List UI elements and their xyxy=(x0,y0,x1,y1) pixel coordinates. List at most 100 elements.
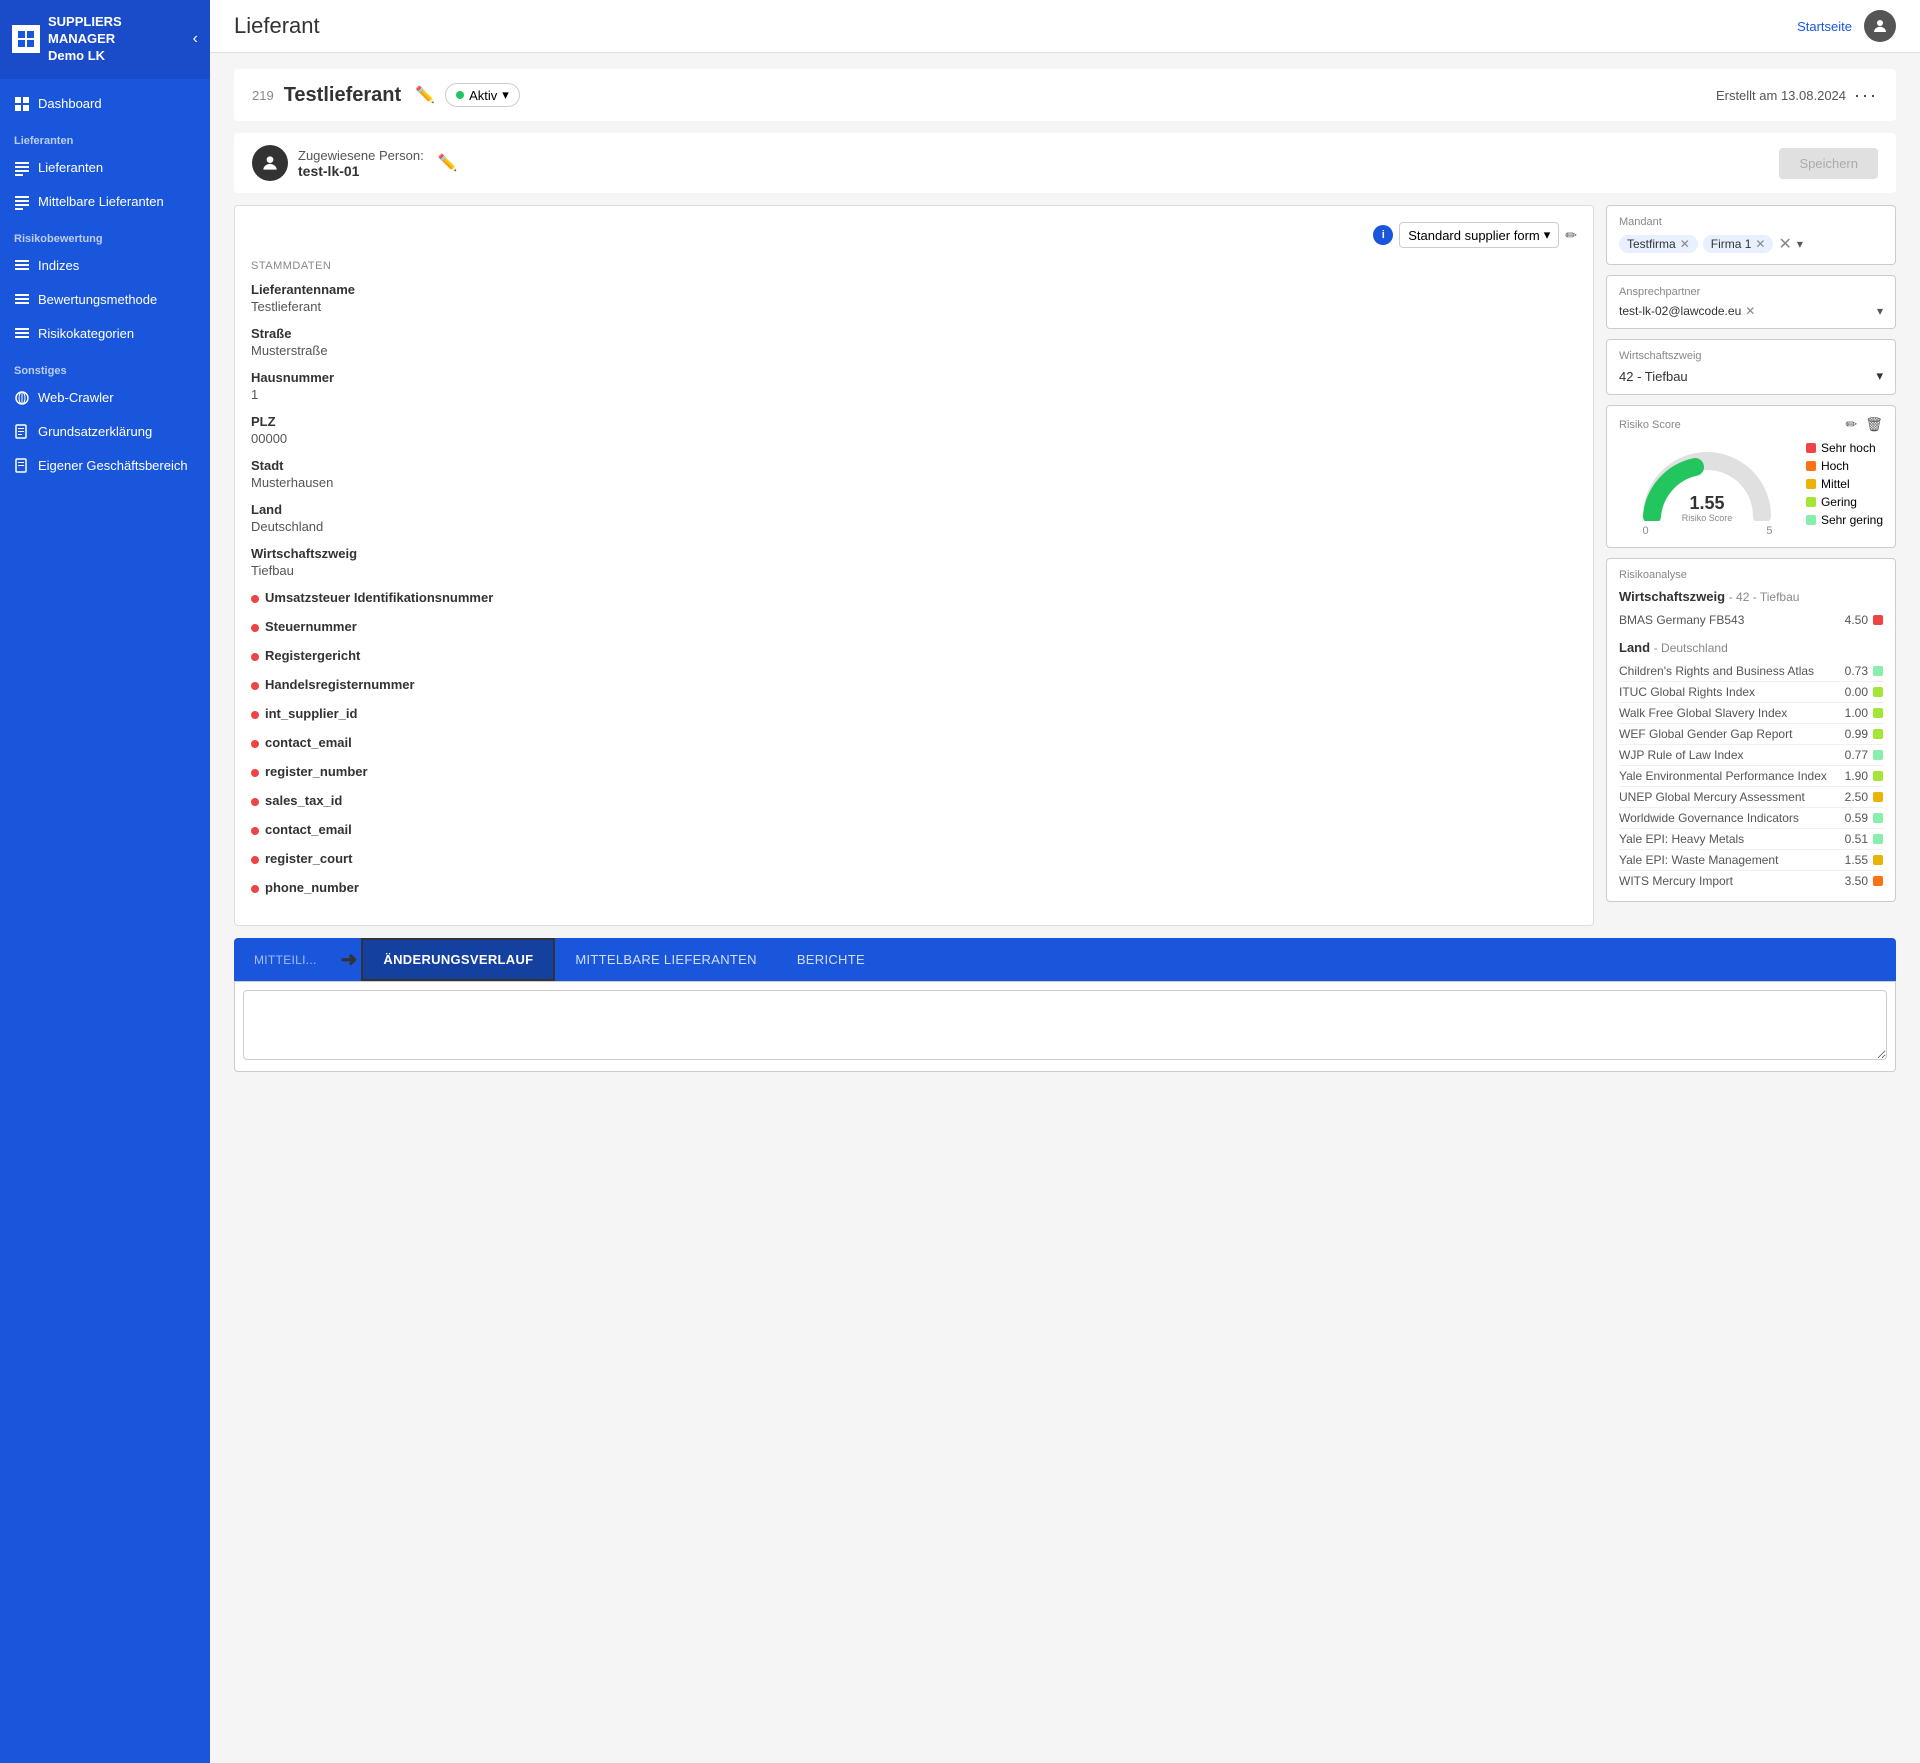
tab-arrow-indicator: ➜ xyxy=(337,947,362,972)
mandant-tag-testfirma: Testfirma ✕ xyxy=(1619,235,1698,253)
sidebar-section-lieferanten: Lieferanten xyxy=(0,121,210,151)
sidebar-item-bewertungsmethode[interactable]: Bewertungsmethode xyxy=(0,283,210,317)
land-row: Walk Free Global Slavery Index 1.00 xyxy=(1619,703,1883,724)
sidebar-item-eigener-geschaeftsbereich[interactable]: Eigener Geschäftsbereich xyxy=(0,449,210,483)
tab-mittelbare-lieferanten[interactable]: MITTELBARE LIEFERANTEN xyxy=(555,940,776,979)
gauge-min: 0 xyxy=(1642,525,1648,537)
supplier-header: 219 Testlieferant ✏️ Aktiv ▾ Erstellt am… xyxy=(234,69,1896,121)
sidebar-item-mittelbare-lieferanten[interactable]: Mittelbare Lieferanten xyxy=(0,185,210,219)
legend-dot xyxy=(1806,443,1816,453)
land-row: UNEP Global Mercury Assessment 2.50 xyxy=(1619,787,1883,808)
legend-dot xyxy=(1806,497,1816,507)
sidebar-item-grundsatzerklaerung[interactable]: Grundsatzerklärung xyxy=(0,415,210,449)
land-row: Worldwide Governance Indicators 0.59 xyxy=(1619,808,1883,829)
risiko-legend: Sehr hoch Hoch Mittel Gering Sehr gering xyxy=(1806,441,1883,527)
form-type-select[interactable]: Standard supplier form ▾ xyxy=(1399,222,1559,248)
form-select-label: Standard supplier form xyxy=(1408,228,1540,243)
tab-mitteili[interactable]: MITTEILI... xyxy=(234,941,337,979)
wirtschaftszweig-rows: BMAS Germany FB543 4.50 xyxy=(1619,610,1883,630)
content-textarea[interactable] xyxy=(243,990,1887,1060)
form-field-land: Land Deutschland xyxy=(251,502,1577,534)
page-title: Lieferant xyxy=(234,13,320,39)
required-field-steuernummer: Steuernummer xyxy=(251,619,1577,636)
required-fields: Umsatzsteuer Identifikationsnummer Steue… xyxy=(251,590,1577,897)
status-dropdown-icon: ▾ xyxy=(502,87,509,103)
sidebar-item-web-crawler[interactable]: Web-Crawler xyxy=(0,381,210,415)
form-field-straße: Straße Musterstraße xyxy=(251,326,1577,358)
mandant-clear-button[interactable]: ✕ xyxy=(1778,234,1791,254)
land-row: WITS Mercury Import 3.50 xyxy=(1619,871,1883,891)
ansprechpartner-row: test-lk-02@lawcode.eu ✕ ▾ xyxy=(1619,304,1883,318)
mandant-tag-testfirma-close[interactable]: ✕ xyxy=(1680,237,1690,251)
supplier-name: Testlieferant xyxy=(284,84,401,107)
sidebar-item-indizes[interactable]: Indizes xyxy=(0,249,210,283)
risiko-header: Risiko Score ✏ 🗑 xyxy=(1619,416,1883,433)
form-toolbar: i Standard supplier form ▾ ✏ xyxy=(251,222,1577,248)
sidebar-collapse-button[interactable]: ‹ xyxy=(193,30,198,48)
svg-text:1.55: 1.55 xyxy=(1690,493,1725,513)
save-button[interactable]: Speichern xyxy=(1779,148,1878,179)
required-dot xyxy=(251,769,259,777)
required-field-phone_number: phone_number xyxy=(251,880,1577,897)
form-field-wirtschaftszweig: Wirtschaftszweig Tiefbau xyxy=(251,546,1577,578)
form-edit-pen-icon[interactable]: ✏ xyxy=(1565,227,1577,244)
user-avatar[interactable] xyxy=(1864,10,1896,42)
gauge-max: 5 xyxy=(1766,525,1772,537)
info-icon[interactable]: i xyxy=(1373,225,1393,245)
ansprechpartner-close-icon[interactable]: ✕ xyxy=(1745,304,1755,318)
page-body: 219 Testlieferant ✏️ Aktiv ▾ Erstellt am… xyxy=(210,53,1920,1763)
ansprechpartner-dropdown-arrow[interactable]: ▾ xyxy=(1877,304,1883,318)
tab-berichte[interactable]: BERICHTE xyxy=(777,940,885,979)
wirtschaftszweig-box: Wirtschaftszweig 42 - Tiefbau ▾ xyxy=(1606,339,1896,395)
land-row: Yale Environmental Performance Index 1.9… xyxy=(1619,766,1883,787)
land-rows: Children's Rights and Business Atlas 0.7… xyxy=(1619,661,1883,891)
mandant-tag-firma1-close[interactable]: ✕ xyxy=(1755,237,1765,251)
required-dot xyxy=(251,827,259,835)
assigned-edit-icon[interactable]: ✏️ xyxy=(438,153,458,173)
tab-aenderungsverlauf[interactable]: ÄNDERUNGSVERLAUF xyxy=(361,938,555,981)
assigned-left: Zugewiesene Person: test-lk-01 ✏️ xyxy=(252,145,458,181)
required-dot xyxy=(251,798,259,806)
ansprechpartner-value: test-lk-02@lawcode.eu xyxy=(1619,304,1741,318)
risiko-delete-icon[interactable]: 🗑 xyxy=(1865,416,1883,433)
wirtschaftszweig-label: Wirtschaftszweig xyxy=(1619,350,1883,362)
legend-item-sehr-hoch: Sehr hoch xyxy=(1806,441,1883,455)
assigned-person-name: test-lk-01 xyxy=(298,163,424,179)
more-options-button[interactable]: ··· xyxy=(1854,85,1878,106)
supplier-status-badge[interactable]: Aktiv ▾ xyxy=(445,83,520,107)
risiko-score-panel: Risiko Score ✏ 🗑 xyxy=(1606,405,1896,548)
required-dot xyxy=(251,740,259,748)
required-field-sales_tax_id: sales_tax_id xyxy=(251,793,1577,810)
sidebar-item-dashboard[interactable]: Dashboard xyxy=(0,87,210,121)
risiko-content: 1.55 Risiko Score 0 5 Sehr hoch Hoch Mit… xyxy=(1619,441,1883,537)
app-logo-icon xyxy=(12,25,40,53)
mandant-dropdown-arrow[interactable]: ▾ xyxy=(1797,237,1803,251)
required-dot xyxy=(251,682,259,690)
form-fields: Lieferantenname TestlieferantStraße Must… xyxy=(251,282,1577,578)
assigned-person-row: Zugewiesene Person: test-lk-01 ✏️ Speich… xyxy=(234,133,1896,193)
required-dot xyxy=(251,711,259,719)
wirtschaft-row: BMAS Germany FB543 4.50 xyxy=(1619,610,1883,630)
form-field-plz: PLZ 00000 xyxy=(251,414,1577,446)
startseite-link[interactable]: Startseite xyxy=(1797,19,1852,34)
gauge-scale: 0 5 xyxy=(1642,525,1772,537)
wirtschaftszweig-select[interactable]: 42 - Tiefbau ▾ xyxy=(1619,368,1883,384)
sidebar-item-lieferanten[interactable]: Lieferanten xyxy=(0,151,210,185)
form-section-label: STAMMDATEN xyxy=(251,260,1577,272)
gauge-area: 1.55 Risiko Score 0 5 xyxy=(1619,441,1796,537)
sidebar: SUPPLIERS MANAGER Demo LK ‹ Dashboard Li… xyxy=(0,0,210,1763)
gauge-svg: 1.55 Risiko Score xyxy=(1637,441,1777,521)
required-dot xyxy=(251,885,259,893)
app-title: SUPPLIERS MANAGER Demo LK xyxy=(48,14,122,65)
required-field-register_number: register_number xyxy=(251,764,1577,781)
legend-dot xyxy=(1806,515,1816,525)
risiko-edit-icon[interactable]: ✏ xyxy=(1845,416,1857,433)
supplier-name-edit-icon[interactable]: ✏️ xyxy=(415,85,435,105)
risikoanalyse-label: Risikoanalyse xyxy=(1619,569,1883,581)
sidebar-item-risikokategorien[interactable]: Risikokategorien xyxy=(0,317,210,351)
required-dot xyxy=(251,856,259,864)
sidebar-brand: SUPPLIERS MANAGER Demo LK xyxy=(12,14,122,65)
required-field-contact_email: contact_email xyxy=(251,822,1577,839)
ansprechpartner-label: Ansprechpartner xyxy=(1619,286,1883,298)
legend-dot xyxy=(1806,461,1816,471)
